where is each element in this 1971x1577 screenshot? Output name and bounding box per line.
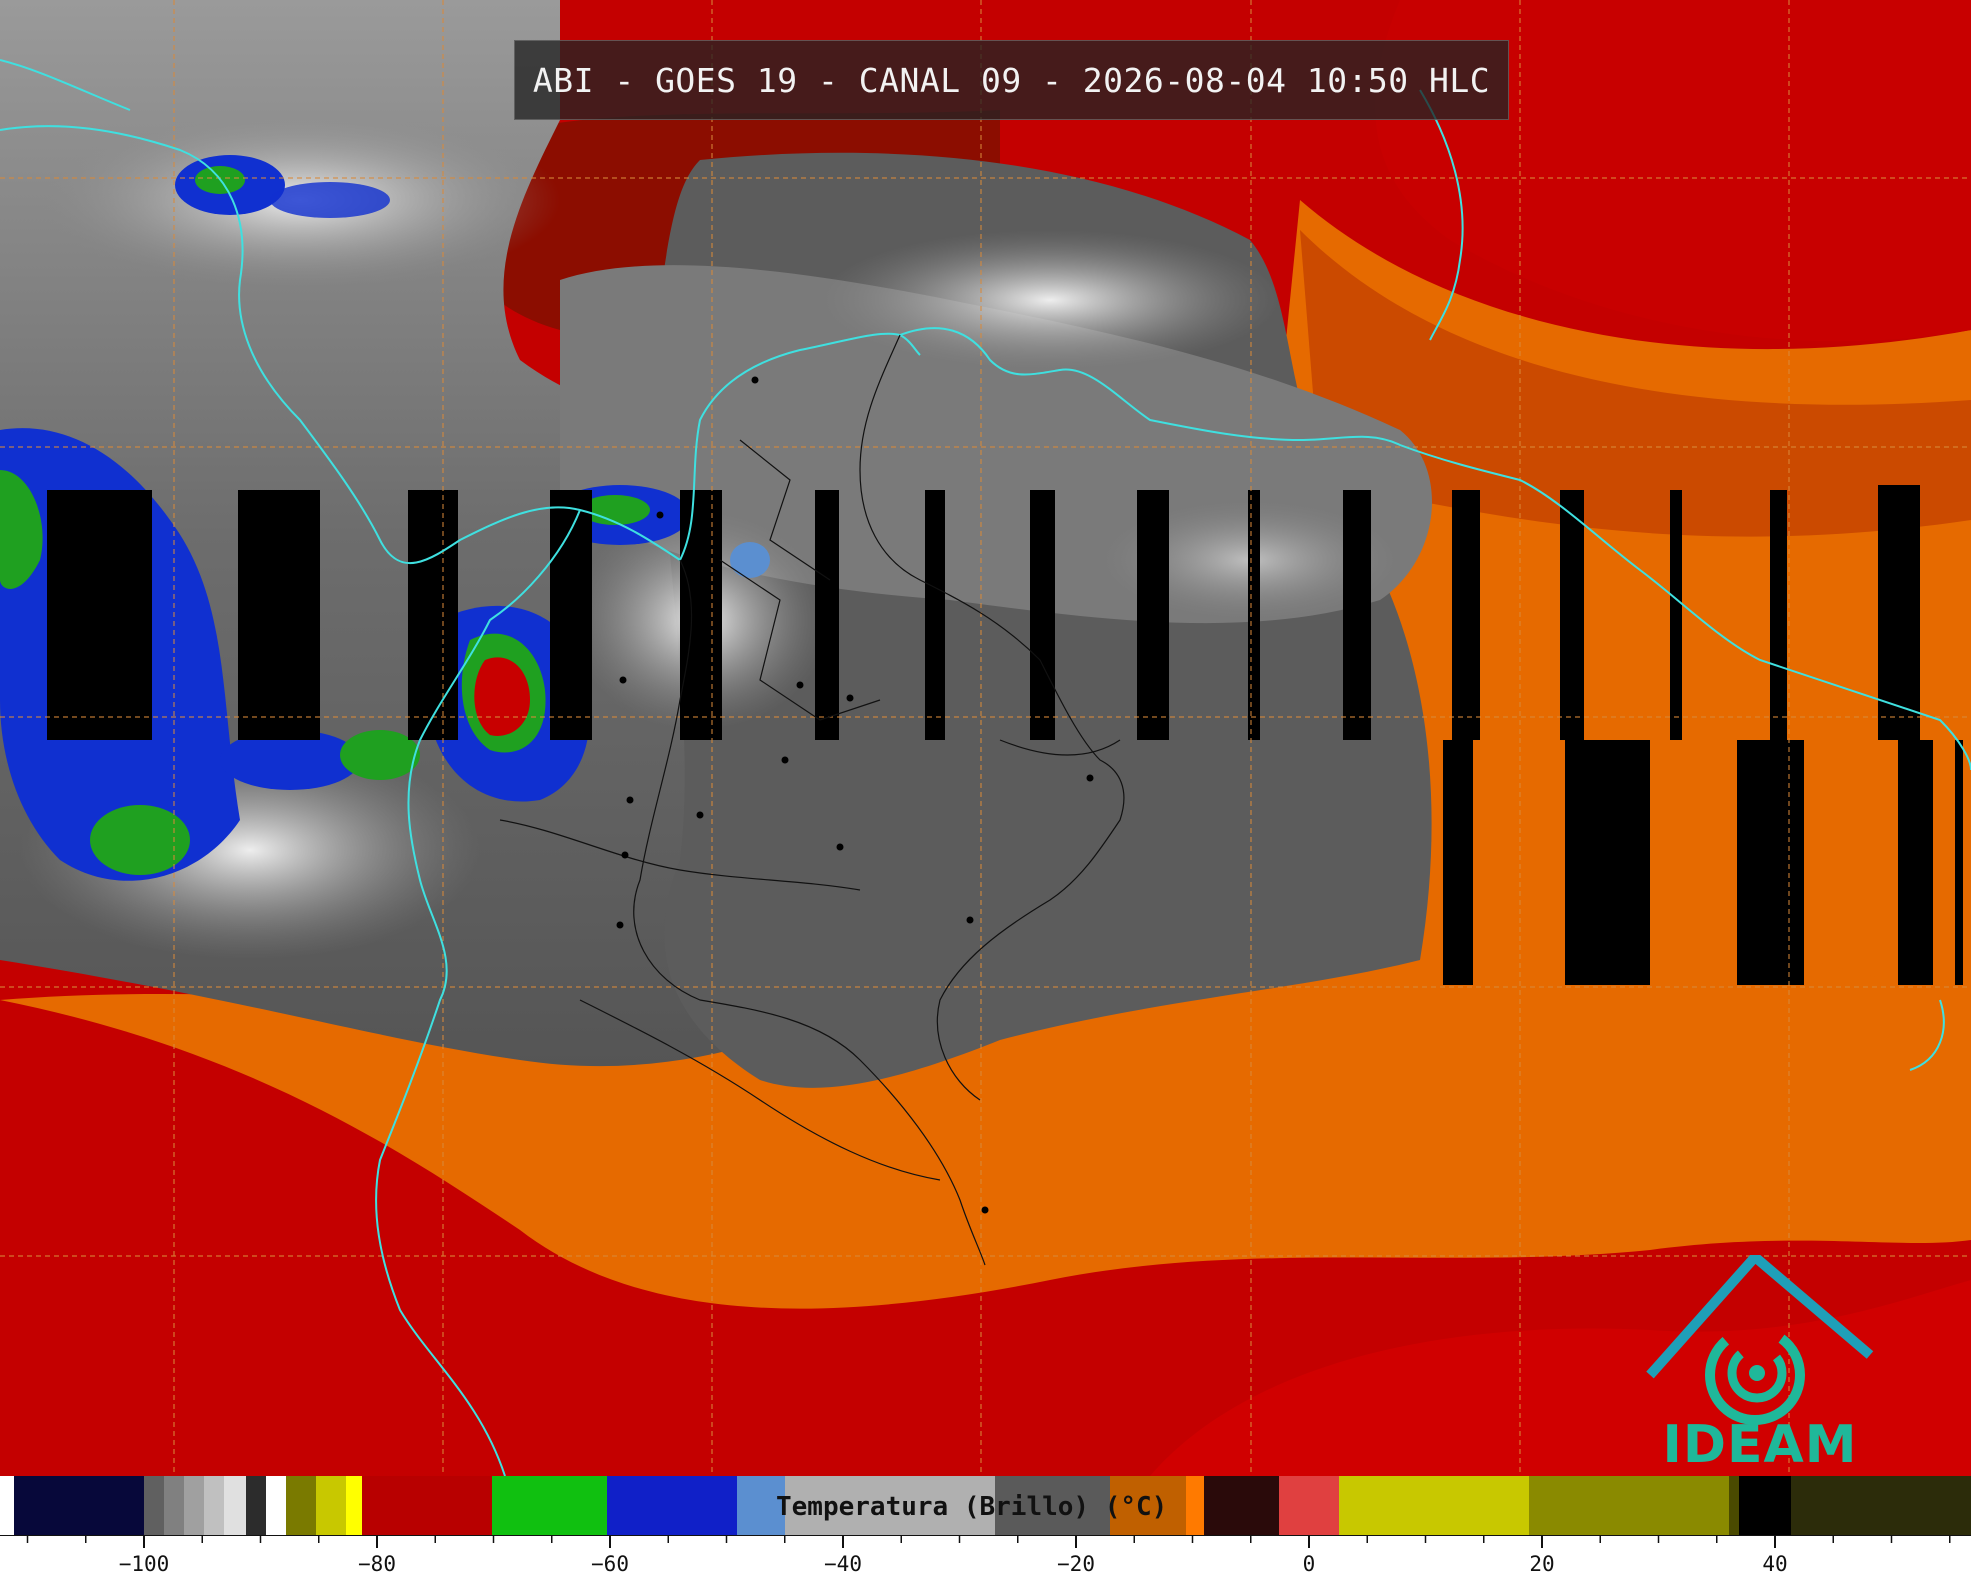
ideam-logo-text: IDEAM (1662, 1415, 1858, 1475)
colorbar-tick-label: 0 (1302, 1552, 1316, 1576)
title-text: ABI - GOES 19 - CANAL 09 - 2026-08-04 10… (532, 60, 1491, 100)
colorbar-label: Temperatura (Brillo) (°C) (776, 1492, 1168, 1522)
colorbar-ticks (26, 1536, 1951, 1548)
convection-blob-9 (730, 542, 770, 578)
colorbar-tick-label: −60 (591, 1552, 629, 1576)
ideam-logo-icon (1646, 1250, 1874, 1425)
convection-blob-8 (270, 182, 390, 218)
colorbar-tick-label: −40 (824, 1552, 862, 1576)
colorbar-tick-label: −100 (118, 1552, 170, 1576)
colorbar-tick-label: 20 (1529, 1552, 1555, 1576)
colorbar-tick-label: −80 (358, 1552, 396, 1576)
convection-blob-1 (90, 805, 190, 875)
cloud-bright-2 (820, 230, 1280, 370)
colorbar-tick-label: −20 (1057, 1552, 1095, 1576)
colorbar-tick-label: 40 (1762, 1552, 1788, 1576)
ideam-logo: IDEAM (1645, 1250, 1875, 1475)
title-banner: ABI - GOES 19 - CANAL 09 - 2026-08-04 10… (514, 40, 1509, 120)
colorbar: Temperatura (Brillo) (°C) −100 −80 −60 −40 −… (0, 1476, 1971, 1577)
